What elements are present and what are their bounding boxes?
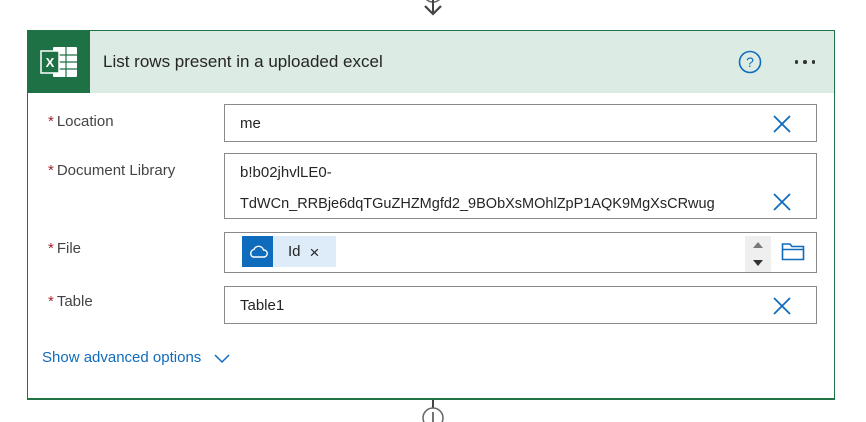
svg-text:X: X [46, 55, 55, 70]
table-field[interactable]: Table1 [224, 286, 817, 324]
action-card: X List rows present in a uploaded excel … [27, 30, 835, 400]
document-library-value-line2: TdWCn_RRBje6dqTGuZHZMgfd2_9BObXsMOhlZpP1… [240, 196, 715, 212]
table-label: * Table [48, 293, 93, 310]
token-remove-icon[interactable]: × [310, 243, 320, 263]
file-label: * File [48, 240, 82, 257]
help-icon[interactable]: ? [738, 50, 762, 74]
chevron-down-icon [214, 353, 230, 363]
connector-arrow-icon [424, 0, 442, 16]
show-advanced-options-button[interactable]: Show advanced options [42, 349, 231, 366]
card-title: List rows present in a uploaded excel [103, 52, 383, 71]
file-token[interactable]: Id × [242, 236, 336, 267]
file-field[interactable]: Id × [224, 232, 817, 273]
clear-icon[interactable] [770, 112, 794, 136]
document-library-value-line1: b!b02jhvlLE0- [240, 164, 332, 181]
advanced-options-label: Show advanced options [42, 349, 202, 366]
card-header[interactable]: X List rows present in a uploaded excel … [28, 31, 834, 93]
location-field[interactable]: me [224, 104, 817, 142]
onedrive-cloud-icon [242, 236, 273, 267]
scroll-up-icon[interactable] [745, 236, 771, 254]
add-step-connector-icon[interactable] [420, 400, 446, 422]
location-value: me [240, 115, 261, 132]
clear-icon[interactable] [770, 294, 794, 318]
folder-icon[interactable] [781, 241, 805, 261]
document-library-label: * Document Library [48, 162, 176, 179]
scroll-down-icon[interactable] [745, 254, 771, 272]
location-label: * Location [48, 113, 114, 130]
svg-text:?: ? [746, 54, 754, 70]
table-value: Table1 [240, 297, 285, 314]
document-library-field[interactable]: b!b02jhvlLE0- TdWCn_RRBje6dqTGuZHZMgfd2_… [224, 153, 817, 219]
more-options-icon[interactable] [788, 50, 822, 74]
file-token-label: Id [288, 243, 301, 260]
excel-icon: X [28, 31, 90, 93]
clear-icon[interactable] [770, 190, 794, 214]
